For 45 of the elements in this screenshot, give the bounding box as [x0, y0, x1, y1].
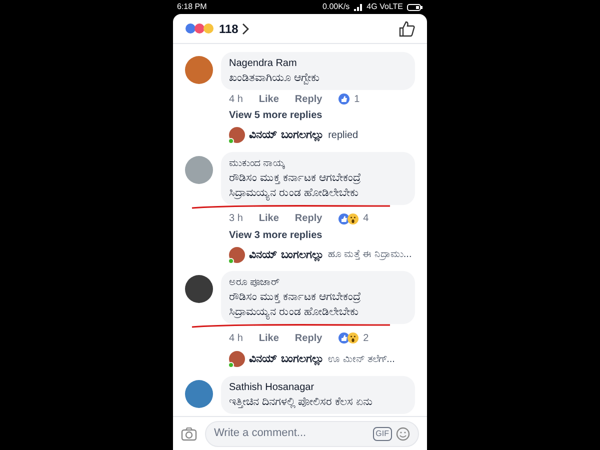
comment-text: ಇತ್ತೀಚಿನ ದಿನಗಳಲ್ಲಿ ಪೋಲಿಸರ ಕೆಲಸ ಏನು: [229, 394, 374, 410]
reply-text[interactable]: ಊ ಮೀನ್ ತಲೆಗ್...: [328, 352, 395, 367]
like-link[interactable]: Like: [258, 92, 279, 106]
network-type: 4G VoLTE: [366, 1, 403, 13]
like-link[interactable]: Like: [258, 211, 279, 226]
gif-button[interactable]: GIF: [372, 426, 392, 440]
reply-author[interactable]: ವಿನಯ್ ಬಂಗಲಗಲ್ಲು: [249, 246, 324, 263]
reply-author[interactable]: ವಿನಯ್ ಬಂಗಲಗಲ್ಲು: [249, 127, 324, 144]
battery-icon: [407, 4, 423, 10]
reply-text[interactable]: ಹೂ ಮತ್ತೆ ಈ ನಿದ್ರಾಮು...: [328, 247, 412, 262]
comment-text: ಖಂಡಿತವಾಗಿಯೂ ಆಗ್ಬೇಕು: [229, 71, 322, 86]
reaction-count: 2: [363, 332, 369, 346]
reply-link[interactable]: Reply: [294, 211, 322, 226]
network-speed: 0.00K/s: [322, 1, 350, 13]
thumbs-up-icon[interactable]: [399, 20, 415, 36]
reaction-count[interactable]: 118: [219, 20, 238, 38]
reply-avatar[interactable]: [229, 246, 245, 263]
view-more-replies-link[interactable]: View 5 more replies: [221, 108, 322, 123]
signal-icon: [354, 4, 363, 10]
view-more-replies-link[interactable]: View 3 more replies: [221, 228, 322, 242]
like-link[interactable]: Like: [258, 330, 279, 346]
comment-author[interactable]: ಮುಕುಂದ ನಾಯ್ಕ: [229, 156, 407, 170]
comment-time: 4 h: [229, 332, 243, 346]
comment-time: 3 h: [229, 212, 243, 226]
reaction-count: 1: [354, 92, 360, 106]
emoji-icon[interactable]: [396, 426, 410, 440]
comment-time: 4 h: [229, 92, 243, 106]
reply-link[interactable]: Reply: [294, 92, 322, 106]
comment-text: ರೌಡಿಸಂ ಮುಕ್ತ ಕರ್ನಾಟಕ ಆಗಬೇಕಂದ್ರೆ ಸಿದ್ರಾಮಯ್ಯನ ರುಂಡ ಹೋಡಿಲೇಬೇಕು: [229, 290, 362, 320]
reply-link[interactable]: Reply: [294, 330, 322, 346]
comment-author[interactable]: Sathish Hosanagar: [229, 380, 407, 394]
comment-author[interactable]: Nagendra Ram: [229, 56, 407, 71]
comment-field[interactable]: Write a comment... GIF: [205, 420, 419, 446]
comment-text: ರೌಡಿಸಂ ಮುಕ್ತ ಕರ್ನಾಟಕ ಆಗಬೇಕಂದ್ರೆ ಸಿದ್ರಾಮಯ್ಯನ ರುಂಡ ಹೋಡಿಲೇಬೇಕು: [229, 170, 362, 200]
camera-icon[interactable]: [181, 426, 197, 440]
comment-author[interactable]: ಅರೂ ಪೂಜಾರ್: [229, 275, 407, 290]
reply-author[interactable]: ವಿನಯ್ ಬಂಗಲಗಲ್ಲು: [249, 351, 324, 368]
avatar[interactable]: [185, 275, 213, 303]
reply-avatar[interactable]: [229, 351, 245, 368]
chevron-right-icon[interactable]: [242, 22, 250, 34]
reply-avatar[interactable]: [229, 127, 245, 144]
status-time: 6:18 PM: [177, 1, 207, 13]
reply-text[interactable]: replied: [328, 128, 358, 143]
reaction-count: 4: [363, 212, 369, 226]
reaction-emoji-icon: [185, 23, 215, 34]
